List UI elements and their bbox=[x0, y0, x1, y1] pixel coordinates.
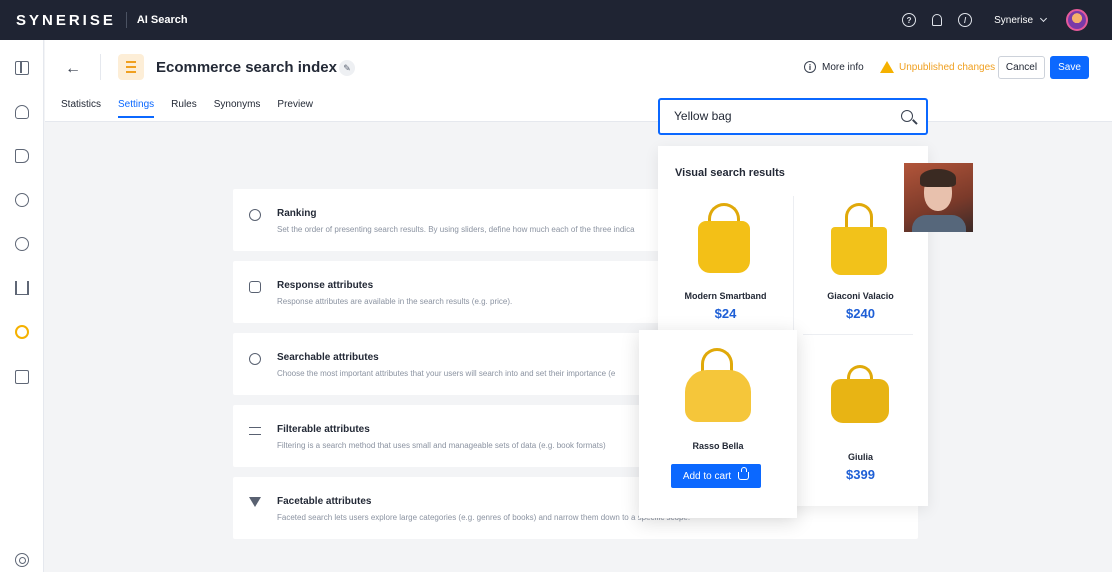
workspace-switcher[interactable]: Synerise bbox=[994, 14, 1048, 26]
tab-rules[interactable]: Rules bbox=[171, 99, 197, 118]
card-title: Facetable attributes bbox=[277, 496, 372, 507]
search-person-icon bbox=[249, 353, 261, 365]
top-bar: SYNERISE AI Search ? / Synerise bbox=[0, 0, 1112, 40]
settings-icon[interactable] bbox=[15, 553, 29, 567]
card-title: Filterable attributes bbox=[277, 424, 370, 435]
chevron-down-icon bbox=[1039, 14, 1048, 23]
bell-icon[interactable] bbox=[932, 14, 943, 26]
save-button[interactable]: Save bbox=[1050, 56, 1089, 79]
play-icon[interactable] bbox=[15, 237, 29, 251]
avatar[interactable] bbox=[1066, 9, 1088, 31]
query-person-photo bbox=[904, 163, 973, 232]
edit-title-button[interactable]: ✎ bbox=[339, 60, 355, 76]
product-card[interactable]: Giulia $399 bbox=[793, 361, 928, 491]
more-info-label: More info bbox=[822, 61, 864, 73]
compass-icon[interactable]: / bbox=[958, 13, 973, 27]
product-name: Giaconi Valacio bbox=[827, 291, 894, 301]
warning-icon bbox=[880, 61, 894, 73]
ai-search-icon[interactable] bbox=[15, 325, 29, 339]
product-price: $24 bbox=[714, 306, 737, 321]
product-price: $240 bbox=[846, 306, 875, 321]
results-divider bbox=[803, 334, 913, 335]
unpublished-label: Unpublished changes bbox=[899, 61, 996, 73]
tab-settings[interactable]: Settings bbox=[118, 99, 155, 118]
info-icon: i bbox=[804, 61, 816, 73]
results-title: Visual search results bbox=[675, 167, 785, 179]
more-info-button[interactable]: i More info bbox=[804, 61, 864, 73]
profile-icon[interactable] bbox=[15, 105, 29, 119]
ranking-icon bbox=[249, 209, 261, 221]
assets-icon[interactable] bbox=[15, 370, 29, 384]
sidebar bbox=[0, 40, 44, 572]
product-price: $399 bbox=[846, 467, 875, 482]
add-to-cart-label: Add to cart bbox=[682, 470, 732, 482]
tab-bar: Statistics Settings Rules Synonyms Previ… bbox=[61, 99, 330, 118]
page-header: ← Ecommerce search index ✎ i More info U… bbox=[45, 40, 1112, 122]
card-description: Response attributes are available in the… bbox=[277, 297, 513, 306]
product-image bbox=[831, 227, 887, 275]
card-description: Set the order of presenting search resul… bbox=[277, 225, 635, 234]
product-name: Modern Smartband bbox=[684, 291, 767, 301]
filter-lines-icon bbox=[249, 427, 261, 435]
list-icon bbox=[118, 54, 144, 80]
card-title: Ranking bbox=[277, 208, 317, 219]
product-name: Giulia bbox=[847, 452, 873, 462]
tab-statistics[interactable]: Statistics bbox=[61, 99, 101, 118]
card-description: Faceted search lets users explore large … bbox=[277, 513, 691, 522]
campaign-icon[interactable] bbox=[15, 149, 29, 163]
dashboard-icon[interactable] bbox=[15, 61, 29, 75]
tab-synonyms[interactable]: Synonyms bbox=[214, 99, 261, 118]
product-card[interactable]: Modern Smartband $24 bbox=[658, 201, 793, 331]
product-name: Rasso Bella bbox=[692, 441, 744, 451]
visual-search-box bbox=[658, 98, 928, 135]
cancel-button[interactable]: Cancel bbox=[998, 56, 1045, 79]
brand-logo[interactable]: SYNERISE bbox=[16, 12, 116, 29]
card-description: Filtering is a search method that uses s… bbox=[277, 441, 606, 450]
app-name: AI Search bbox=[136, 14, 188, 26]
unpublished-status: Unpublished changes bbox=[880, 61, 995, 73]
basket-icon bbox=[738, 467, 750, 480]
product-image bbox=[685, 370, 751, 422]
response-attributes-icon bbox=[249, 281, 261, 293]
workspace-name: Synerise bbox=[994, 14, 1033, 26]
funnel-icon bbox=[249, 497, 261, 507]
photo-hair bbox=[920, 169, 956, 187]
loyalty-icon[interactable] bbox=[15, 193, 29, 207]
photo-shirt bbox=[912, 215, 966, 232]
search-input[interactable] bbox=[674, 109, 874, 123]
card-title: Searchable attributes bbox=[277, 352, 379, 363]
add-to-cart-button[interactable]: Add to cart bbox=[671, 464, 761, 488]
product-image bbox=[698, 221, 750, 273]
card-description: Choose the most important attributes tha… bbox=[277, 369, 616, 378]
analytics-icon[interactable] bbox=[15, 281, 29, 295]
product-card-highlighted[interactable]: Rasso Bella Add to cart bbox=[639, 330, 797, 518]
help-icon[interactable]: ? bbox=[902, 13, 917, 27]
card-title: Response attributes bbox=[277, 280, 374, 291]
back-arrow-icon[interactable]: ← bbox=[65, 60, 81, 78]
topbar-actions: ? / Synerise bbox=[902, 0, 1112, 40]
page-title: Ecommerce search index bbox=[156, 59, 337, 76]
topbar-divider bbox=[125, 12, 127, 28]
tab-preview[interactable]: Preview bbox=[277, 99, 313, 118]
header-divider bbox=[100, 54, 101, 80]
product-image bbox=[831, 379, 889, 423]
bag-handle bbox=[845, 203, 873, 229]
search-icon[interactable] bbox=[901, 110, 913, 122]
